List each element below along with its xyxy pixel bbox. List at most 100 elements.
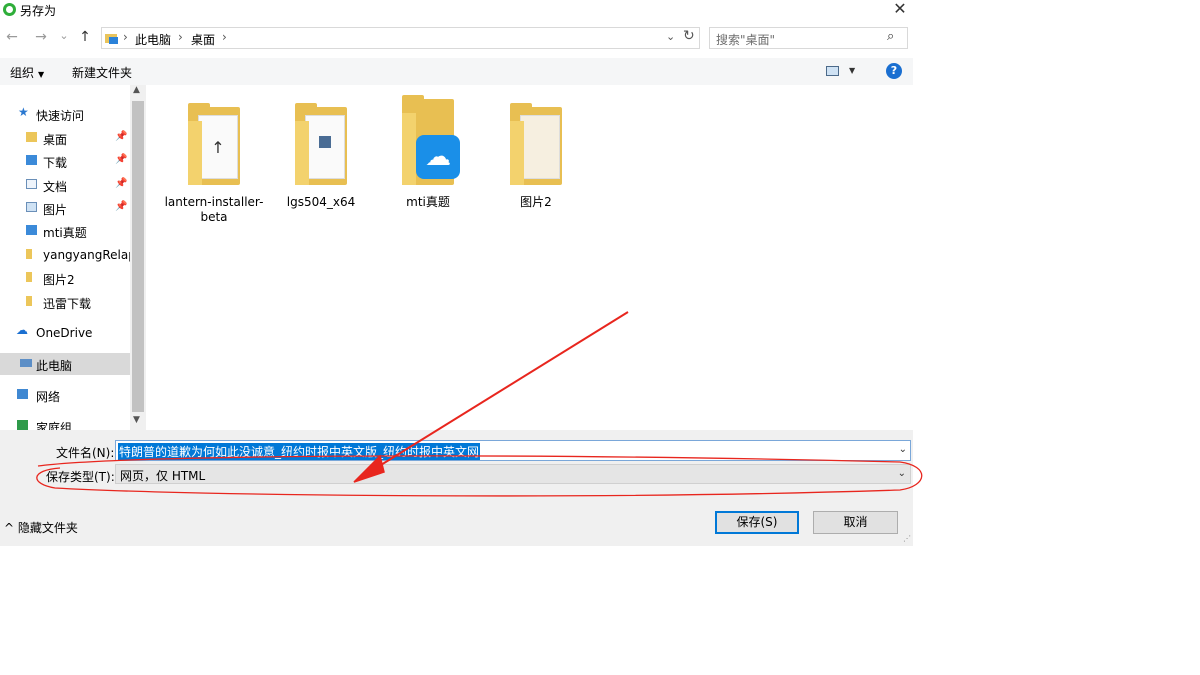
back-button[interactable]: ← [3,29,21,45]
dropdown-arrow-icon: ▼ [38,70,45,79]
sidebar-item-label: 图片 [43,203,68,217]
recent-locations-button[interactable]: ⌄ [55,29,73,42]
folder-icon [26,225,37,235]
onedrive-icon: ☁ [16,323,28,337]
sidebar-item-label: OneDrive [36,326,93,340]
view-options-icon[interactable] [826,66,839,76]
resize-grip-icon[interactable]: ⋰ [903,534,911,543]
sidebar-item-xunlei[interactable]: 迅雷下载 [14,291,144,313]
navigation-pane: ★ 快速访问 桌面 📌 下载 📌 文档 📌 图片 📌 mti真题 yangyan… [0,85,146,430]
address-bar[interactable]: › 此电脑 › 桌面 › ⌄ ↻ [101,27,700,49]
folder-icon [26,272,32,282]
sidebar-item-label: 图片2 [43,273,75,287]
window-title: 另存为 [20,4,57,18]
filename-input[interactable]: 特朗普的道歉为何如此没诚意_纽约时报中英文版_纽约时报中英文网 ⌄ [115,440,911,461]
cloud-icon: ☁ [416,135,460,179]
cancel-button[interactable]: 取消 [813,511,898,534]
file-name: lantern-installer-beta [164,195,264,224]
sidebar-item-mti[interactable]: mti真题 [14,220,144,242]
network-icon [17,389,28,399]
save-as-dialog: 另存为 ✕ ← → ⌄ ↑ › 此电脑 › 桌面 › ⌄ ↻ 搜索"桌面" ⌕ … [0,0,913,546]
save-form: 文件名(N): 特朗普的道歉为何如此没诚意_纽约时报中英文版_纽约时报中英文网 … [0,430,913,546]
folder-icon [498,103,574,189]
sidebar-item-network[interactable]: 网络 [14,384,144,406]
save-type-value: 网页，仅 HTML [120,469,206,483]
refresh-icon[interactable]: ↻ [683,28,695,44]
sidebar-item-documents[interactable]: 文档 📌 [14,174,144,196]
homegroup-icon [17,420,28,430]
scroll-thumb[interactable] [132,101,144,412]
sidebar-item-label: 迅雷下载 [43,297,92,311]
search-placeholder: 搜索"桌面" [716,33,776,47]
chevron-down-icon[interactable]: ⌄ [666,30,675,43]
chevron-down-icon[interactable]: ⌄ [898,468,906,479]
file-item[interactable]: lgs504_x64 [271,103,371,210]
sidebar-item-label: mti真题 [43,226,87,240]
chevron-right-icon[interactable]: › [123,30,128,44]
star-icon: ★ [18,105,29,119]
close-button[interactable]: ✕ [889,0,911,19]
picture-icon [26,202,37,212]
new-folder-button[interactable]: 新建文件夹 [72,64,132,81]
sidebar-item-downloads[interactable]: 下载 📌 [14,150,144,172]
file-name: mti真题 [406,195,450,209]
up-button[interactable]: ↑ [76,29,94,45]
save-type-select[interactable]: 网页，仅 HTML ⌄ [115,464,911,484]
help-icon[interactable]: ? [886,63,902,79]
sidebar-item-label: 桌面 [43,133,68,147]
command-bar: 组织 ▼ 新建文件夹 ▼ ? [0,58,913,85]
organize-menu[interactable]: 组织 ▼ [10,64,44,81]
search-icon[interactable]: ⌕ [887,29,894,44]
pin-icon: 📌 [115,131,128,142]
file-item[interactable]: ☁ mti真题 [378,95,478,210]
organize-label: 组织 [10,66,35,80]
folder-icon [26,296,32,306]
sidebar-item-label: 快速访问 [36,109,85,123]
sidebar-item-onedrive[interactable]: ☁ OneDrive [14,322,144,344]
save-button[interactable]: 保存(S) [715,511,799,534]
sidebar-item-label: 家庭组 [36,421,73,430]
folder-icon [26,249,32,259]
breadcrumb-desktop[interactable]: 桌面 [191,31,215,48]
download-icon [26,155,37,165]
chevron-right-icon[interactable]: › [178,30,183,44]
chevron-right-icon[interactable]: › [222,30,227,44]
sidebar-item-yangyang[interactable]: yangyangRelap [14,244,144,266]
sidebar-item-label: 此电脑 [36,359,73,373]
file-item[interactable]: ↑ lantern-installer-beta [164,103,264,225]
dropdown-arrow-icon[interactable]: ▼ [849,66,855,75]
desktop-icon [26,132,37,142]
sidebar-item-desktop[interactable]: 桌面 📌 [14,127,144,149]
forward-button[interactable]: → [32,29,50,45]
sidebar-item-label: 网络 [36,390,61,404]
chevron-up-icon: ^ [4,521,15,535]
scroll-up-icon[interactable]: ▲ [133,85,140,95]
sidebar-item-this-pc[interactable]: 此电脑 [0,353,130,375]
hide-folders-label: 隐藏文件夹 [17,521,78,535]
file-item[interactable]: 图片2 [486,103,586,210]
file-list: ↑ lantern-installer-beta lgs504_x64 ☁ mt… [146,85,913,430]
sidebar-item-quick-access[interactable]: ★ 快速访问 [14,103,144,125]
sidebar-item-homegroup[interactable]: 家庭组 [14,415,144,430]
save-type-label: 保存类型(T): [46,470,115,484]
breadcrumb-this-pc[interactable]: 此电脑 [135,31,171,48]
folder-icon [283,103,359,189]
file-name: lgs504_x64 [286,195,356,209]
filename-value[interactable]: 特朗普的道歉为何如此没诚意_纽约时报中英文版_纽约时报中英文网 [118,443,481,460]
sidebar-item-label: yangyangRelap [43,248,136,262]
sidebar-item-pictures2[interactable]: 图片2 [14,267,144,289]
sidebar-scrollbar[interactable]: ▲ ▼ [130,85,146,430]
hide-folders-toggle[interactable]: ^ 隐藏文件夹 [4,519,78,536]
pin-icon: 📌 [115,154,128,165]
folder-icon: ☁ [390,95,466,189]
chevron-down-icon[interactable]: ⌄ [899,444,907,455]
sidebar-item-label: 文档 [43,180,68,194]
filename-label: 文件名(N): [56,446,115,460]
scroll-down-icon[interactable]: ▼ [133,415,140,425]
folder-icon: ↑ [176,103,252,189]
search-input[interactable]: 搜索"桌面" ⌕ [709,27,908,49]
computer-icon [20,359,32,367]
document-icon [26,179,37,189]
sidebar-item-pictures[interactable]: 图片 📌 [14,197,144,219]
pin-icon: 📌 [115,178,128,189]
